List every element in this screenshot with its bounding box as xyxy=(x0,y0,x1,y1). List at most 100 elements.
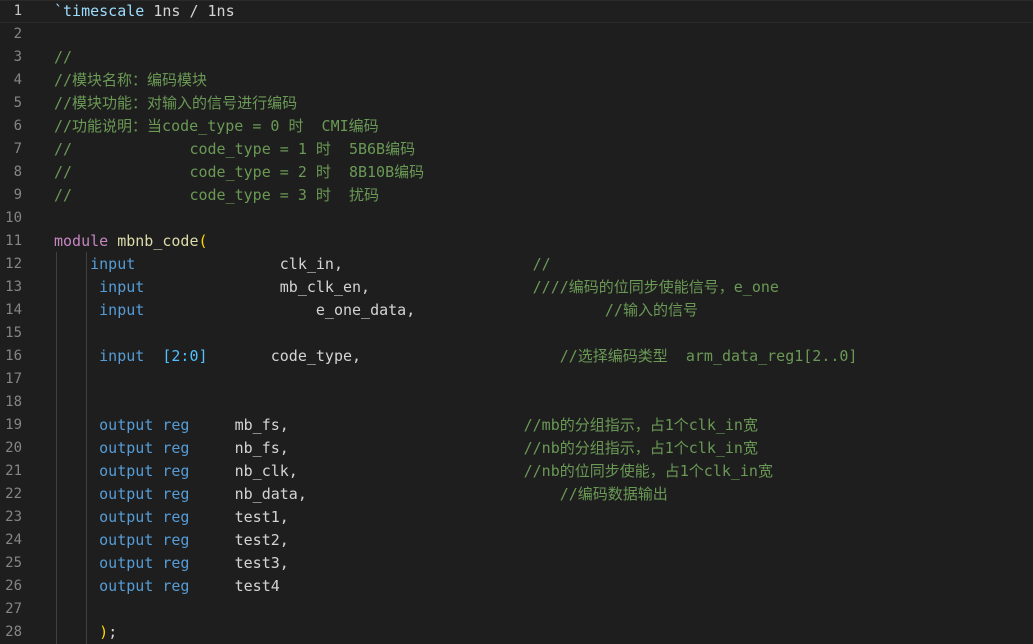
line-number: 8 xyxy=(13,164,22,180)
line-number: 11 xyxy=(5,233,22,249)
code-token: module xyxy=(54,232,109,250)
line-number: 27 xyxy=(5,601,22,617)
code-text: //功能说明：当code_type = 0 时 CMI编码 xyxy=(54,115,379,138)
code-text: // code_type = 2 时 8B10B编码 xyxy=(54,161,424,184)
code-text: output reg test1, xyxy=(54,506,289,529)
code-token: //nb的位同步使能，占1个clk_in宽 xyxy=(523,462,773,480)
line-number: 3 xyxy=(13,49,22,65)
line-number: 9 xyxy=(13,187,22,203)
code-line[interactable]: 21 output reg nb_clk, //nb的位同步使能，占1个clk_… xyxy=(0,460,1033,483)
code-line[interactable]: 12 input clk_in, // xyxy=(0,253,1033,276)
code-token: test4 xyxy=(189,577,280,595)
code-line[interactable]: 16 input [2:0] code_type, //选择编码类型 arm_d… xyxy=(0,345,1033,368)
code-line[interactable]: 6 //功能说明：当code_type = 0 时 CMI编码 xyxy=(0,115,1033,138)
code-line[interactable]: 14 input e_one_data, //输入的信号 xyxy=(0,299,1033,322)
code-token: //模块名称：编码模块 xyxy=(54,71,208,89)
code-token: test1, xyxy=(189,508,289,526)
code-token: `timescale xyxy=(54,2,145,20)
code-token: input xyxy=(54,347,145,365)
code-token: mb_clk_en, xyxy=(144,278,533,296)
code-token: nb_data, xyxy=(189,485,560,503)
line-number: 1 xyxy=(13,3,22,19)
code-line[interactable]: 25 output reg test3, xyxy=(0,552,1033,575)
line-number: 13 xyxy=(5,279,22,295)
line-number: 24 xyxy=(5,532,22,548)
code-text: // code_type = 1 时 5B6B编码 xyxy=(54,138,415,161)
code-text: input [2:0] code_type, //选择编码类型 arm_data… xyxy=(54,345,857,368)
line-number: 14 xyxy=(5,302,22,318)
code-token: output reg xyxy=(54,439,190,457)
code-line[interactable]: 23 output reg test1, xyxy=(0,506,1033,529)
line-number: 20 xyxy=(5,440,22,456)
code-line[interactable]: 28 ); xyxy=(0,621,1033,644)
code-line[interactable]: 4 //模块名称：编码模块 xyxy=(0,69,1033,92)
code-line[interactable]: 7 // code_type = 1 时 5B6B编码 xyxy=(0,138,1033,161)
code-text: `timescale 1ns / 1ns xyxy=(54,0,235,23)
code-line[interactable]: 19 output reg mb_fs, //mb的分组指示，占1个clk_in… xyxy=(0,414,1033,437)
code-line[interactable]: 2 xyxy=(0,23,1033,46)
code-line[interactable]: 13 input mb_clk_en, ////编码的位同步使能信号，e_one xyxy=(0,276,1033,299)
code-text: // xyxy=(54,46,72,69)
code-token: output reg xyxy=(54,577,190,595)
code-text: input e_one_data, //输入的信号 xyxy=(54,299,698,322)
code-line[interactable]: 3 // xyxy=(0,46,1033,69)
code-token: code_type, xyxy=(207,347,560,365)
code-token: // xyxy=(54,48,73,66)
code-token: output reg xyxy=(54,554,190,572)
code-token: output reg xyxy=(54,508,190,526)
code-line[interactable]: 18 xyxy=(0,391,1033,414)
line-number: 17 xyxy=(5,371,22,387)
code-token: input xyxy=(54,278,145,296)
code-token: clk_in, xyxy=(135,255,533,273)
code-line[interactable]: 1 `timescale 1ns / 1ns xyxy=(0,0,1033,23)
code-text: // code_type = 3 时 扰码 xyxy=(54,184,379,207)
line-number: 5 xyxy=(13,95,22,111)
code-token: mbnb_code xyxy=(117,232,199,250)
code-token: ) xyxy=(99,623,109,641)
code-token: nb_fs, xyxy=(189,439,524,457)
code-line[interactable]: 22 output reg nb_data, //编码数据输出 xyxy=(0,483,1033,506)
code-line[interactable]: 11 module mbnb_code( xyxy=(0,230,1033,253)
code-token: nb_clk, xyxy=(189,462,524,480)
code-token: //mb的分组指示，占1个clk_in宽 xyxy=(523,416,758,434)
code-token: mb_fs, xyxy=(189,416,524,434)
code-text: output reg test2, xyxy=(54,529,289,552)
code-token: 1ns / 1ns xyxy=(144,2,235,20)
code-token: output reg xyxy=(54,462,190,480)
code-text: output reg nb_data, //编码数据输出 xyxy=(54,483,668,506)
code-text: output reg nb_fs, //nb的分组指示，占1个clk_in宽 xyxy=(54,437,758,460)
code-token: // code_type = 3 时 扰码 xyxy=(54,186,379,204)
code-line[interactable]: 5 //模块功能：对输入的信号进行编码 xyxy=(0,92,1033,115)
code-line[interactable]: 26 output reg test4 xyxy=(0,575,1033,598)
code-text: output reg nb_clk, //nb的位同步使能，占1个clk_in宽 xyxy=(54,460,773,483)
line-number: 4 xyxy=(13,72,22,88)
code-text: ); xyxy=(54,621,117,644)
code-line[interactable]: 20 output reg nb_fs, //nb的分组指示，占1个clk_in… xyxy=(0,437,1033,460)
code-text: input mb_clk_en, ////编码的位同步使能信号，e_one xyxy=(54,276,779,299)
code-text: input clk_in, // xyxy=(54,253,551,276)
code-token: test2, xyxy=(189,531,289,549)
code-token: e_one_data, xyxy=(144,301,605,319)
code-text: output reg test4 xyxy=(54,575,280,598)
code-token: input xyxy=(54,301,145,319)
line-number: 16 xyxy=(5,348,22,364)
code-line[interactable]: 27 xyxy=(0,598,1033,621)
code-line[interactable]: 17 xyxy=(0,368,1033,391)
line-number: 18 xyxy=(5,394,22,410)
code-editor[interactable]: 1 `timescale 1ns / 1ns 2 3//4//模块名称：编码模块 5//… xyxy=(0,0,1033,644)
code-line[interactable]: 9 // code_type = 3 时 扰码 xyxy=(0,184,1033,207)
code-token: //编码数据输出 xyxy=(559,485,668,503)
line-number: 23 xyxy=(5,509,22,525)
code-token: ; xyxy=(108,623,118,641)
code-line[interactable]: 15 xyxy=(0,322,1033,345)
code-line[interactable]: 10 xyxy=(0,207,1033,230)
code-token: //功能说明：当code_type = 0 时 CMI编码 xyxy=(54,117,379,135)
code-token: ( xyxy=(198,232,208,250)
code-line[interactable]: 8 // code_type = 2 时 8B10B编码 xyxy=(0,161,1033,184)
code-token: [2:0] xyxy=(162,347,208,365)
code-line[interactable]: 24 output reg test2, xyxy=(0,529,1033,552)
code-text: module mbnb_code( xyxy=(54,230,208,253)
line-number: 2 xyxy=(13,26,22,42)
